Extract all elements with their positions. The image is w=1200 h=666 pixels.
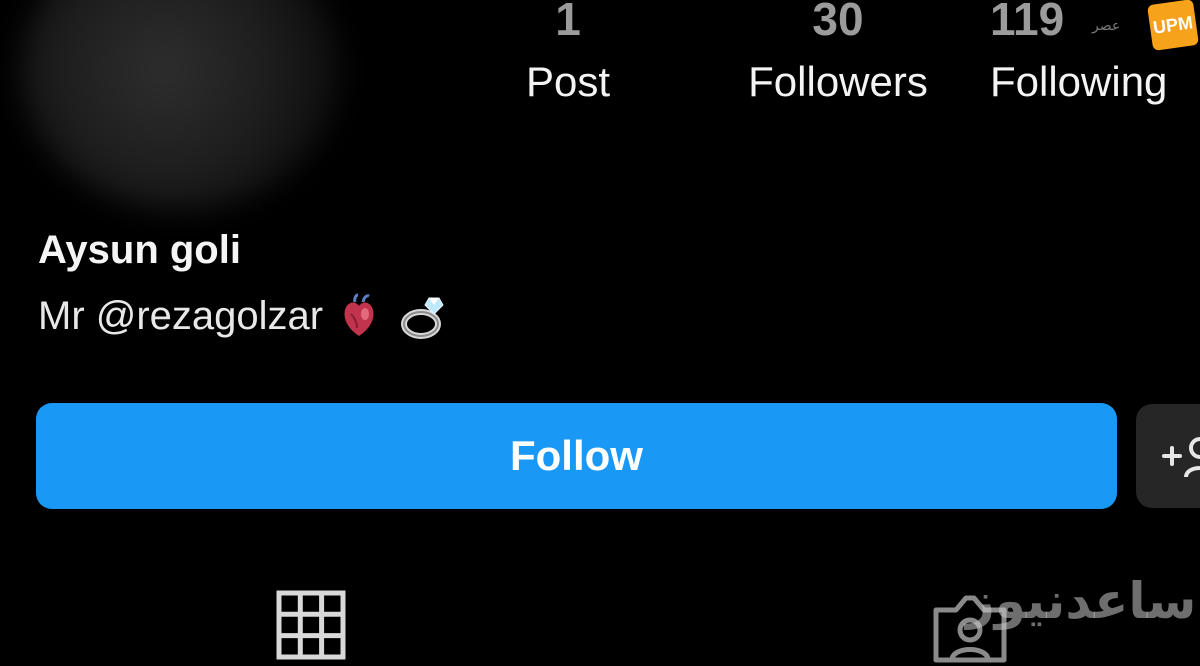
- profile-name: Aysun goli: [38, 228, 241, 272]
- suggested-accounts-button[interactable]: [1136, 404, 1200, 508]
- bio-text[interactable]: Mr @rezagolzar: [38, 294, 323, 339]
- followers-label: Followers: [748, 58, 928, 105]
- followers-count[interactable]: 30 Followers: [708, 0, 968, 106]
- grid-icon[interactable]: [276, 590, 346, 660]
- anatomical-heart-icon: [344, 293, 374, 336]
- ring-icon: [401, 297, 444, 339]
- posts-count[interactable]: 1 Post: [438, 0, 698, 106]
- watermark-logo: UPM: [1147, 0, 1199, 51]
- follow-button[interactable]: Follow: [36, 403, 1117, 509]
- profile-avatar[interactable]: [20, 0, 340, 210]
- watermark-small-text: عصر: [1092, 18, 1121, 34]
- posts-label: Post: [525, 58, 611, 105]
- add-person-icon: [1162, 437, 1200, 478]
- watermark-text: ساعدنیوز: [966, 572, 1197, 630]
- following-label: Following: [990, 58, 1168, 105]
- posts-value: 1: [555, 0, 581, 45]
- profile-bio: Mr @rezagolzar: [38, 292, 451, 340]
- followers-value: 30: [812, 0, 864, 45]
